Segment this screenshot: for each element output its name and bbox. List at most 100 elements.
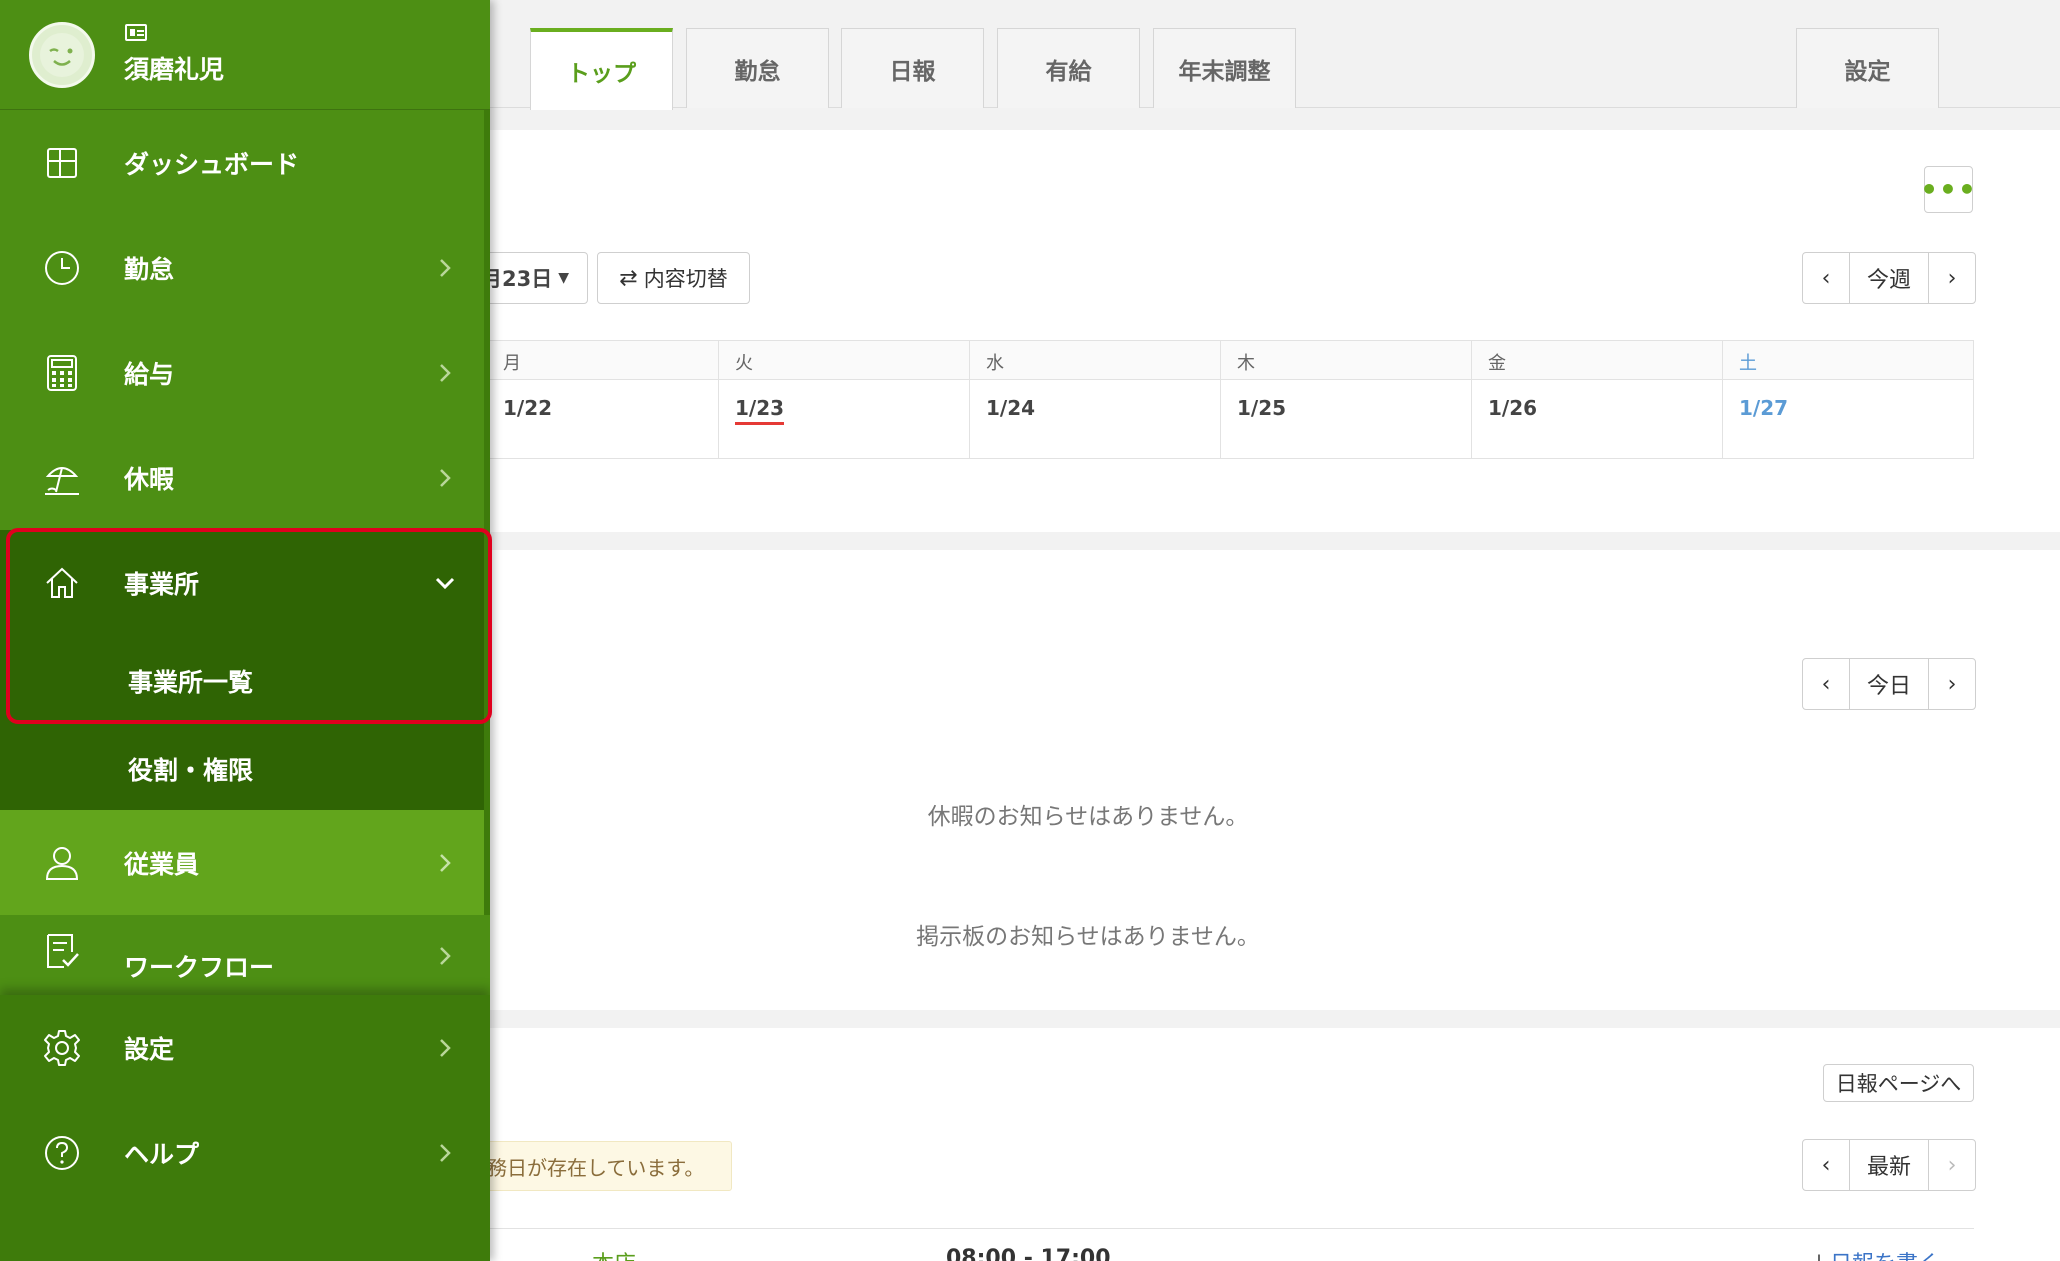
- chevron-left-icon: ‹: [1821, 265, 1831, 291]
- sidebar-item-kyuka[interactable]: 休暇: [0, 425, 490, 530]
- gear-icon: [42, 1028, 82, 1068]
- avatar[interactable]: [29, 22, 95, 88]
- sidebar-item-kyuyo[interactable]: 給与: [0, 320, 490, 425]
- user-name: 須磨礼児: [124, 55, 225, 84]
- chevron-right-icon: [440, 1143, 451, 1162]
- chevron-right-icon: [440, 363, 451, 382]
- tab-nenmatsu[interactable]: 年末調整: [1153, 28, 1296, 108]
- chevron-right-icon: [440, 1038, 451, 1057]
- today-button[interactable]: 今日: [1849, 659, 1929, 709]
- user-header[interactable]: 須磨礼児: [0, 0, 490, 110]
- day-date-today: 1/23: [735, 396, 785, 425]
- day-date: 1/22: [503, 396, 553, 420]
- wink-face-icon: [40, 33, 84, 77]
- sidebar-item-label: 設定: [124, 1034, 175, 1064]
- id-card-icon: [125, 24, 147, 41]
- sidebar-item-label: 従業員: [124, 849, 200, 879]
- home-icon: [42, 563, 82, 603]
- sidebar-item-label: ワークフロー: [124, 953, 275, 982]
- daily-report-page-button[interactable]: 日報ページへ: [1823, 1064, 1974, 1102]
- chevron-right-icon: [440, 468, 451, 487]
- sidebar-subitem-label: 役割・権限: [128, 756, 254, 785]
- tab-nippo[interactable]: 日報: [841, 28, 984, 108]
- day-date: 1/25: [1237, 396, 1287, 420]
- day-of-week: 月: [487, 341, 738, 380]
- sidebar-item-jugyoin[interactable]: 従業員: [0, 810, 484, 915]
- sidebar: 須磨礼児 ダッシュボード 勤怠 給与 休暇 事業所 事業所一覧 役割・権限 従業…: [0, 0, 490, 1261]
- tab-kintai[interactable]: 勤怠: [686, 28, 829, 108]
- next-day-button[interactable]: ›: [1929, 659, 1975, 709]
- more-options-button[interactable]: •••: [1920, 166, 1976, 213]
- prev-report-button[interactable]: ‹: [1803, 1140, 1849, 1190]
- next-week-button[interactable]: ›: [1929, 253, 1975, 303]
- chevron-right-icon: ›: [1947, 1152, 1957, 1178]
- sidebar-scrollbar[interactable]: [484, 110, 490, 810]
- swap-arrows-icon: ⇄: [619, 265, 638, 291]
- sidebar-item-label: ヘルプ: [124, 1139, 200, 1169]
- chevron-right-icon: [440, 947, 451, 965]
- chevron-right-icon: ›: [1947, 265, 1957, 291]
- chevron-left-icon: ‹: [1821, 671, 1831, 697]
- prev-day-button[interactable]: ‹: [1803, 659, 1849, 709]
- sidebar-item-jigyosho[interactable]: 事業所: [0, 530, 490, 635]
- day-of-week: 火: [719, 341, 969, 380]
- report-navigator: ‹ 最新 ›: [1802, 1139, 1976, 1191]
- tab-yukyu[interactable]: 有給: [997, 28, 1140, 108]
- day-date: 1/27: [1739, 396, 1789, 420]
- caret-down-icon: ▼: [558, 270, 569, 286]
- vacation-empty-message: 休暇のお知らせはありません。: [927, 804, 1249, 830]
- clock-icon: [42, 248, 82, 288]
- switch-content-button[interactable]: ⇄ 内容切替: [597, 252, 750, 304]
- sidebar-item-label: 休暇: [124, 464, 175, 494]
- sidebar-item-label: ダッシュボード: [124, 149, 300, 179]
- chevron-right-icon: [440, 853, 451, 872]
- prev-week-button[interactable]: ‹: [1803, 253, 1849, 303]
- board-empty-message: 掲示板のお知らせはありません。: [916, 924, 1260, 950]
- date-label: 月23日: [480, 267, 553, 291]
- latest-button[interactable]: 最新: [1849, 1140, 1929, 1190]
- sidebar-item-workflow[interactable]: ワークフロー: [0, 915, 490, 995]
- day-of-week: 土: [1723, 341, 1973, 380]
- warning-notice: 務日が存在しています。: [486, 1141, 732, 1191]
- sidebar-subitem-jigyosho-list[interactable]: 事業所一覧: [0, 635, 484, 723]
- checklist-icon: [42, 931, 82, 971]
- chevron-left-icon: ‹: [1821, 1152, 1831, 1178]
- day-date: 1/26: [1488, 396, 1538, 420]
- sidebar-subitem-roles[interactable]: 役割・権限: [0, 723, 484, 810]
- day-date: 1/24: [986, 396, 1036, 420]
- sidebar-subitem-label: 事業所一覧: [128, 668, 254, 697]
- day-navigator: ‹ 今日 ›: [1802, 658, 1976, 710]
- day-column[interactable]: 金 1/26: [1471, 341, 1722, 458]
- this-week-button[interactable]: 今週: [1849, 253, 1929, 303]
- write-report-label: 日報を書く: [1830, 1252, 1940, 1261]
- beach-umbrella-icon: [42, 458, 82, 498]
- switch-label: 内容切替: [643, 267, 728, 291]
- day-of-week: 木: [1221, 341, 1471, 380]
- sidebar-item-label: 勤怠: [124, 254, 175, 284]
- day-column[interactable]: 水 1/24: [969, 341, 1220, 458]
- day-column[interactable]: 月 1/22: [487, 341, 738, 458]
- next-report-button[interactable]: ›: [1929, 1140, 1975, 1190]
- write-report-link[interactable]: ＋日報を書く: [1808, 1246, 1940, 1261]
- day-column[interactable]: 木 1/25: [1220, 341, 1471, 458]
- chevron-right-icon: ›: [1947, 671, 1957, 697]
- sidebar-item-settei[interactable]: 設定: [0, 995, 490, 1100]
- week-calendar: 月 1/22 火 1/23 水 1/24 木 1/25 金 1/26 土 1/2…: [486, 340, 1974, 459]
- sidebar-item-dashboard[interactable]: ダッシュボード: [0, 110, 490, 215]
- day-column[interactable]: 火 1/23: [718, 341, 969, 458]
- sidebar-item-kintai[interactable]: 勤怠: [0, 215, 490, 320]
- report-time: 08:00 - 17:00: [946, 1246, 1111, 1261]
- tab-settei[interactable]: 設定: [1796, 28, 1939, 108]
- day-column[interactable]: 土 1/27: [1722, 341, 1973, 458]
- divider: [486, 1228, 1974, 1229]
- more-dots-icon: •••: [1920, 173, 1977, 206]
- plus-icon: ＋: [1808, 1252, 1830, 1261]
- tab-top[interactable]: トップ: [530, 28, 673, 110]
- report-shop-link[interactable]: 本店: [592, 1246, 636, 1261]
- week-navigator: ‹ 今週 ›: [1802, 252, 1976, 304]
- sidebar-item-label: 事業所: [124, 569, 200, 599]
- calculator-icon: [42, 353, 82, 393]
- chevron-down-icon: [435, 577, 455, 589]
- help-icon: [42, 1133, 82, 1173]
- sidebar-item-help[interactable]: ヘルプ: [0, 1100, 490, 1205]
